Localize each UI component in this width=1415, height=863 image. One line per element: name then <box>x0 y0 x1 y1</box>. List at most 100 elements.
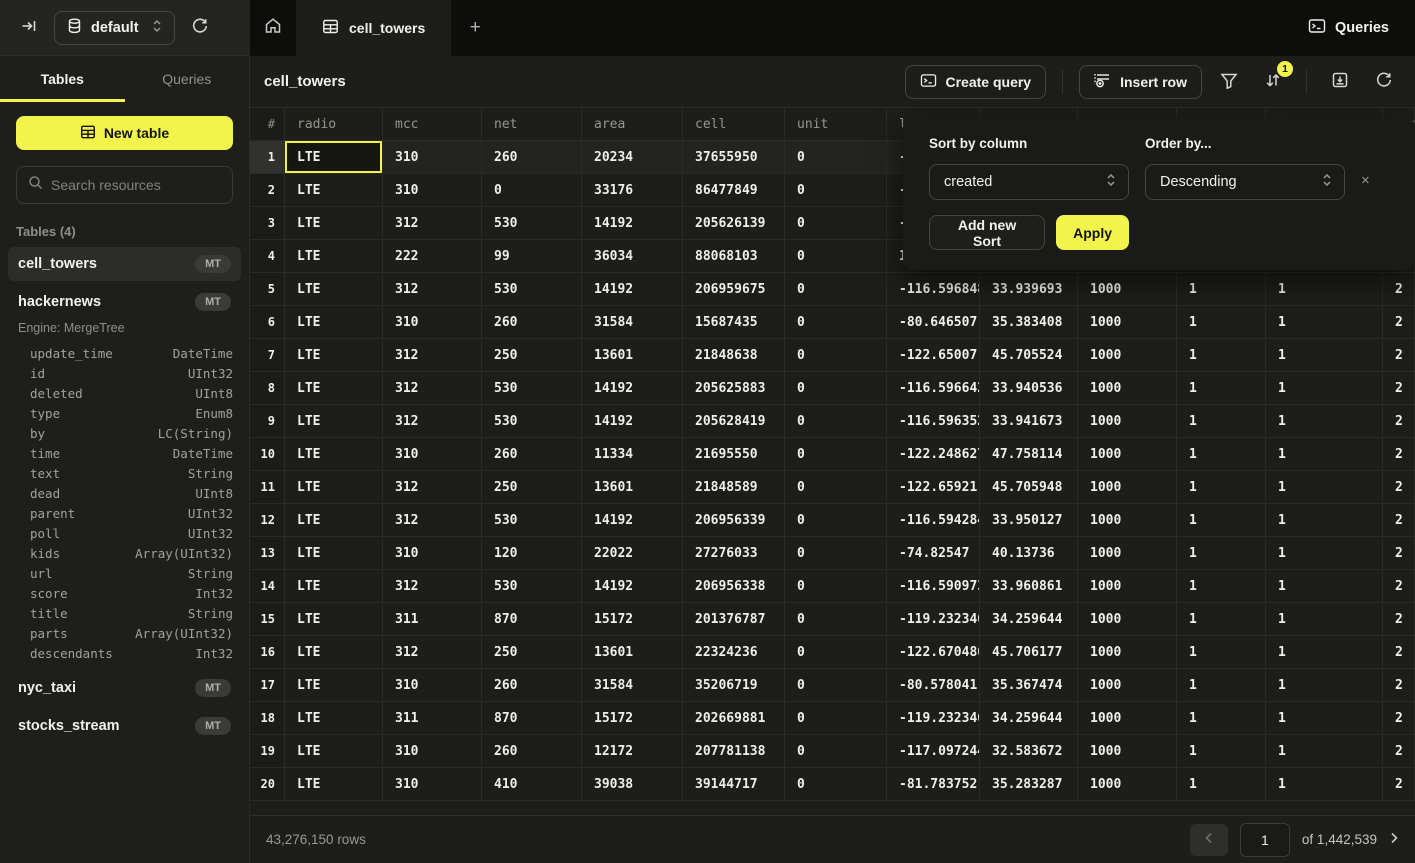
remove-sort-button[interactable]: × <box>1361 172 1370 189</box>
table-cell[interactable]: 1 <box>1266 438 1383 471</box>
table-cell[interactable]: 311 <box>383 603 482 636</box>
table-cell[interactable]: 260 <box>482 438 582 471</box>
table-cell[interactable]: 1 <box>1266 372 1383 405</box>
add-new-sort-button[interactable]: Add new Sort <box>929 215 1045 250</box>
table-cell[interactable]: 1 <box>1266 570 1383 603</box>
table-cell[interactable]: 88068103 <box>683 240 785 273</box>
table-cell[interactable]: 1 <box>1266 273 1383 306</box>
table-cell[interactable]: 310 <box>383 141 482 174</box>
column-header[interactable]: net <box>482 108 582 141</box>
table-cell[interactable]: 260 <box>482 735 582 768</box>
table-cell[interactable]: 39038 <box>582 768 683 801</box>
previous-page-button[interactable] <box>1190 824 1228 856</box>
table-cell[interactable]: 0 <box>785 471 887 504</box>
table-cell[interactable]: 1000 <box>1078 537 1177 570</box>
table-cell[interactable]: 13601 <box>582 636 683 669</box>
sidebar-tab-tables[interactable]: Tables <box>0 56 125 102</box>
table-cell[interactable]: 312 <box>383 339 482 372</box>
table-cell[interactable]: 34.259644 <box>980 702 1078 735</box>
table-cell[interactable]: 0 <box>785 141 887 174</box>
table-cell[interactable]: 1000 <box>1078 768 1177 801</box>
table-cell[interactable]: 310 <box>383 438 482 471</box>
table-cell[interactable]: 1 <box>1177 405 1266 438</box>
table-cell[interactable]: 33.950127 <box>980 504 1078 537</box>
table-cell[interactable]: 1000 <box>1078 471 1177 504</box>
table-cell[interactable]: 32.583672 <box>980 735 1078 768</box>
table-cell[interactable]: 1 <box>1266 669 1383 702</box>
table-cell[interactable]: 260 <box>482 141 582 174</box>
table-cell[interactable]: LTE <box>285 339 383 372</box>
table-cell[interactable]: 1000 <box>1078 273 1177 306</box>
table-cell[interactable]: 2 <box>1383 504 1415 537</box>
next-page-button[interactable] <box>1389 832 1399 847</box>
table-cell[interactable]: 120 <box>482 537 582 570</box>
sidebar-item-nyc-taxi[interactable]: nyc_taxi MT <box>8 671 241 705</box>
table-cell[interactable]: LTE <box>285 504 383 537</box>
table-cell[interactable]: LTE <box>285 240 383 273</box>
table-cell[interactable]: 2 <box>1383 306 1415 339</box>
table-cell[interactable]: 1000 <box>1078 438 1177 471</box>
table-cell[interactable]: 1 <box>1266 306 1383 339</box>
table-cell[interactable]: 250 <box>482 471 582 504</box>
table-cell[interactable]: 202669881 <box>683 702 785 735</box>
table-cell[interactable]: 1 <box>1177 273 1266 306</box>
table-cell[interactable]: 250 <box>482 636 582 669</box>
table-cell[interactable]: 1000 <box>1078 735 1177 768</box>
table-cell[interactable]: LTE <box>285 570 383 603</box>
table-cell[interactable]: 260 <box>482 306 582 339</box>
table-cell[interactable]: 310 <box>383 768 482 801</box>
sort-column-select[interactable]: created <box>929 164 1129 200</box>
table-cell[interactable]: 2 <box>1383 339 1415 372</box>
table-cell[interactable]: 222 <box>383 240 482 273</box>
table-cell[interactable]: 2 <box>1383 537 1415 570</box>
table-cell[interactable]: 312 <box>383 471 482 504</box>
table-cell[interactable]: 206956339 <box>683 504 785 537</box>
table-cell[interactable]: 312 <box>383 405 482 438</box>
sidebar-tab-queries[interactable]: Queries <box>125 56 250 102</box>
table-cell[interactable]: 1000 <box>1078 636 1177 669</box>
table-cell[interactable]: 1 <box>1177 702 1266 735</box>
new-table-button[interactable]: New table <box>16 116 233 150</box>
table-cell[interactable]: 2 <box>1383 735 1415 768</box>
table-cell[interactable]: LTE <box>285 372 383 405</box>
table-cell[interactable]: 530 <box>482 570 582 603</box>
table-cell[interactable]: 27276033 <box>683 537 785 570</box>
table-cell[interactable]: 45.705948 <box>980 471 1078 504</box>
table-cell[interactable]: LTE <box>285 735 383 768</box>
table-cell[interactable]: 312 <box>383 273 482 306</box>
table-cell[interactable]: 20234 <box>582 141 683 174</box>
table-cell[interactable]: 14192 <box>582 504 683 537</box>
table-cell[interactable]: 0 <box>785 339 887 372</box>
table-cell[interactable]: 1 <box>1266 471 1383 504</box>
table-cell[interactable]: 530 <box>482 405 582 438</box>
column-header[interactable]: area <box>582 108 683 141</box>
table-cell[interactable]: -116.596352 <box>887 405 980 438</box>
table-cell[interactable]: 12172 <box>582 735 683 768</box>
table-cell[interactable]: LTE <box>285 207 383 240</box>
table-cell[interactable]: 1 <box>1177 471 1266 504</box>
table-cell[interactable]: 45.705524 <box>980 339 1078 372</box>
table-cell[interactable]: 2 <box>1383 636 1415 669</box>
table-cell[interactable]: 250 <box>482 339 582 372</box>
column-header[interactable]: cell <box>683 108 785 141</box>
table-cell[interactable]: -116.596642 <box>887 372 980 405</box>
table-cell[interactable]: 15687435 <box>683 306 785 339</box>
table-cell[interactable]: 1 <box>1177 603 1266 636</box>
table-cell[interactable]: 201376787 <box>683 603 785 636</box>
insert-row-button[interactable]: Insert row <box>1079 65 1202 99</box>
table-cell[interactable]: 22324236 <box>683 636 785 669</box>
table-cell[interactable]: 36034 <box>582 240 683 273</box>
table-cell[interactable]: 2 <box>1383 273 1415 306</box>
table-cell[interactable]: 0 <box>785 603 887 636</box>
table-cell[interactable]: 530 <box>482 372 582 405</box>
table-cell[interactable]: 21848589 <box>683 471 785 504</box>
table-cell[interactable]: 1 <box>1266 768 1383 801</box>
table-cell[interactable]: 0 <box>785 174 887 207</box>
table-cell[interactable]: 205626139 <box>683 207 785 240</box>
table-cell[interactable]: 0 <box>785 273 887 306</box>
column-header[interactable]: unit <box>785 108 887 141</box>
table-cell[interactable]: 206956338 <box>683 570 785 603</box>
table-cell[interactable]: 2 <box>1383 669 1415 702</box>
table-cell[interactable]: 0 <box>785 636 887 669</box>
table-cell[interactable]: 310 <box>383 669 482 702</box>
